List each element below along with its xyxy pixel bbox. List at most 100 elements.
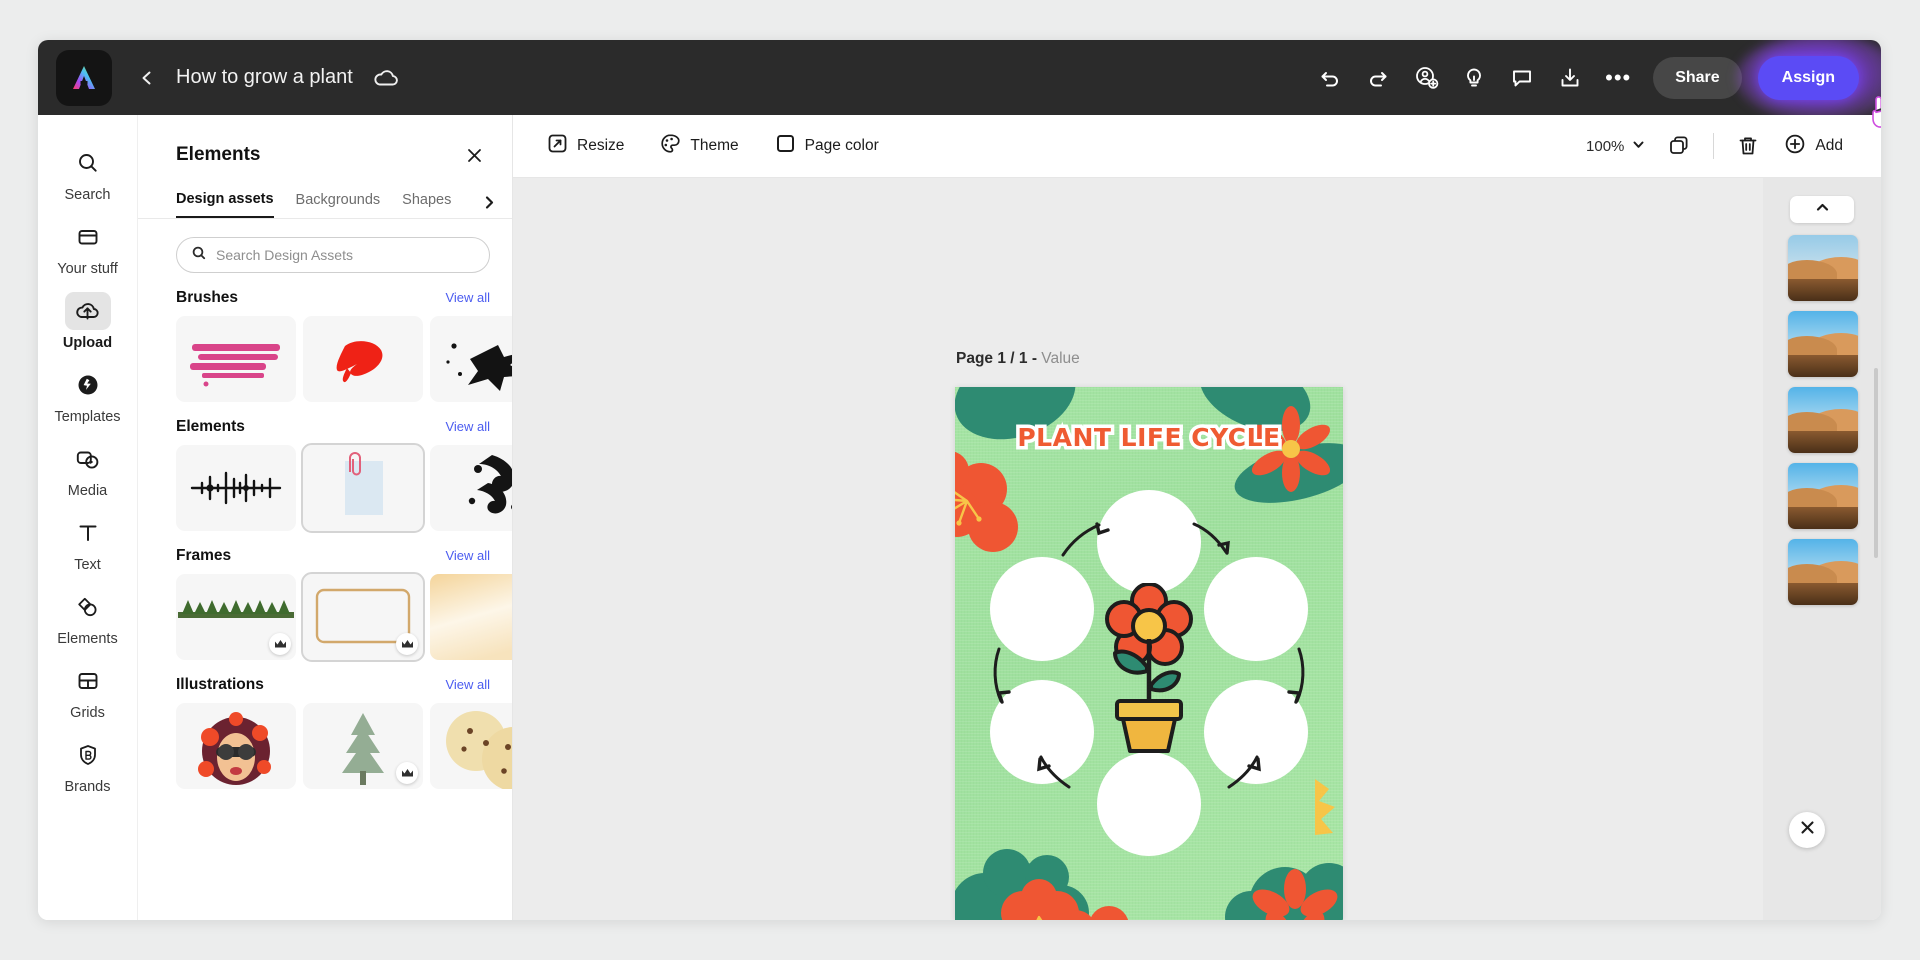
thumb-shadow	[1788, 431, 1858, 453]
zoom-level-control[interactable]: 100%	[1576, 128, 1655, 164]
assign-button[interactable]: Assign	[1757, 55, 1859, 100]
page-indicator-value: Value	[1041, 350, 1080, 367]
lightbulb-icon[interactable]	[1453, 57, 1495, 99]
thumb-shadow	[1788, 583, 1858, 605]
sidebar-item-upload[interactable]: Upload	[46, 285, 130, 355]
artboard[interactable]: Plant Life Cycle	[955, 387, 1343, 920]
canvas-area[interactable]: Page 1 / 1 - Value PLANT LIFE CYCLE	[513, 178, 1881, 920]
asset-tile-cookies-illustration[interactable]	[430, 703, 512, 789]
trash-icon[interactable]	[1728, 126, 1768, 166]
thumb-shadow	[1788, 507, 1858, 529]
theme-button[interactable]: Theme	[648, 127, 750, 165]
view-all-brushes[interactable]: View all	[445, 290, 490, 305]
sidebar-item-text[interactable]: Text	[46, 507, 130, 577]
view-all-frames[interactable]: View all	[445, 548, 490, 563]
share-button[interactable]: Share	[1653, 56, 1742, 99]
tab-design-assets[interactable]: Design assets	[176, 187, 274, 218]
sidebar-item-elements[interactable]: Elements	[46, 581, 130, 651]
close-icon	[1799, 819, 1816, 841]
add-label: Add	[1815, 137, 1843, 154]
theme-label: Theme	[690, 137, 739, 154]
canvas-toolbar: Resize Theme Page color 100% Add	[513, 115, 1881, 178]
page-indicator: Page 1 / 1 - Value	[956, 350, 1080, 368]
more-options-icon[interactable]: •••	[1597, 57, 1639, 99]
asset-tile-black-splatter[interactable]	[430, 316, 512, 402]
palette-icon	[660, 133, 681, 159]
asset-tile-red-paint-stroke[interactable]	[303, 316, 423, 402]
search-icon	[65, 144, 111, 182]
chevron-up-icon	[1815, 200, 1830, 220]
brands-icon	[65, 736, 111, 774]
panel-header: Elements	[138, 115, 512, 171]
sidebar-label: Upload	[62, 335, 113, 351]
section-header-elements: Elements View all	[176, 418, 512, 436]
asset-tile-black-floral-flourish[interactable]	[430, 445, 512, 531]
back-button[interactable]	[134, 65, 160, 91]
sidebar-label: Elements	[57, 631, 118, 647]
add-page-button[interactable]: Add	[1772, 127, 1855, 165]
thumbnail-item[interactable]	[1788, 463, 1858, 529]
collapse-thumbnails-button[interactable]	[1790, 196, 1854, 223]
chevron-down-icon	[1632, 138, 1645, 155]
top-bar-actions: ••• Share Assign	[1309, 40, 1881, 128]
document-title[interactable]: How to grow a plant	[176, 66, 353, 89]
adobe-express-logo-icon[interactable]	[56, 49, 112, 106]
comment-icon[interactable]	[1501, 57, 1543, 99]
assign-button-wrapper: Assign	[1735, 40, 1881, 128]
sidebar-item-search[interactable]: Search	[46, 137, 130, 207]
thumbnail-item[interactable]	[1788, 235, 1858, 301]
download-icon[interactable]	[1549, 57, 1591, 99]
section-title: Elements	[176, 418, 245, 435]
elements-icon	[65, 588, 111, 626]
page-thumbnail-panel	[1763, 178, 1881, 920]
section-title: Brushes	[176, 289, 239, 306]
sidebar-item-media[interactable]: Media	[46, 433, 130, 503]
undo-icon[interactable]	[1309, 57, 1351, 99]
thumbnail-scrollbar[interactable]	[1874, 368, 1878, 558]
tab-backgrounds[interactable]: Backgrounds	[296, 188, 381, 217]
search-design-assets-box[interactable]	[176, 237, 490, 273]
asset-tile-cream-gradient-frame[interactable]	[430, 574, 512, 660]
asset-tile-audio-waveform[interactable]	[176, 445, 296, 531]
asset-tile-pine-tree-watercolor[interactable]	[303, 703, 423, 789]
search-design-assets-input[interactable]	[216, 247, 475, 263]
add-collaborator-icon[interactable]	[1405, 57, 1447, 99]
sidebar-item-brands[interactable]: Brands	[46, 729, 130, 799]
tab-shapes[interactable]: Shapes	[402, 188, 451, 217]
section-header-illustrations: Illustrations View all	[176, 676, 512, 694]
asset-tile-pine-branch-frame[interactable]	[176, 574, 296, 660]
asset-tile-tan-rounded-frame[interactable]	[301, 572, 425, 662]
text-icon	[65, 514, 111, 552]
thumbnail-item[interactable]	[1788, 387, 1858, 453]
page-color-button[interactable]: Page color	[763, 127, 891, 165]
premium-crown-icon	[396, 633, 418, 655]
thumbnail-item[interactable]	[1788, 311, 1858, 377]
asset-tile-paper-with-paperclip[interactable]	[301, 443, 425, 533]
asset-sections: Brushes View all Elements View all Frame…	[138, 289, 512, 809]
sidebar-label: Search	[64, 187, 111, 203]
chevron-right-icon[interactable]	[476, 190, 502, 216]
section-title: Illustrations	[176, 676, 264, 693]
sidebar-label: Grids	[70, 705, 105, 721]
asset-tile-pink-brush-stroke[interactable]	[176, 316, 296, 402]
sidebar-label: Your stuff	[57, 261, 118, 277]
search-icon	[191, 245, 207, 266]
sidebar-item-your-stuff[interactable]: Your stuff	[46, 211, 130, 281]
top-bar: How to grow a plant ••• Share Assign	[38, 40, 1881, 128]
close-icon[interactable]	[458, 139, 490, 171]
premium-crown-icon	[396, 762, 418, 784]
view-all-illustrations[interactable]: View all	[445, 677, 490, 692]
section-row-elements	[176, 443, 512, 533]
close-thumbnail-panel-button[interactable]	[1789, 812, 1825, 848]
asset-tile-woman-with-flowers[interactable]	[176, 703, 296, 789]
thumbnail-item[interactable]	[1788, 539, 1858, 605]
section-title: Frames	[176, 547, 232, 564]
sidebar-item-grids[interactable]: Grids	[46, 655, 130, 725]
redo-icon[interactable]	[1357, 57, 1399, 99]
resize-button[interactable]: Resize	[535, 127, 636, 165]
flower-in-pot-illustration[interactable]	[1079, 583, 1219, 753]
sidebar-item-templates[interactable]: Templates	[46, 359, 130, 429]
duplicate-page-icon[interactable]	[1659, 126, 1699, 166]
page-color-label: Page color	[804, 137, 879, 154]
view-all-elements[interactable]: View all	[445, 419, 490, 434]
